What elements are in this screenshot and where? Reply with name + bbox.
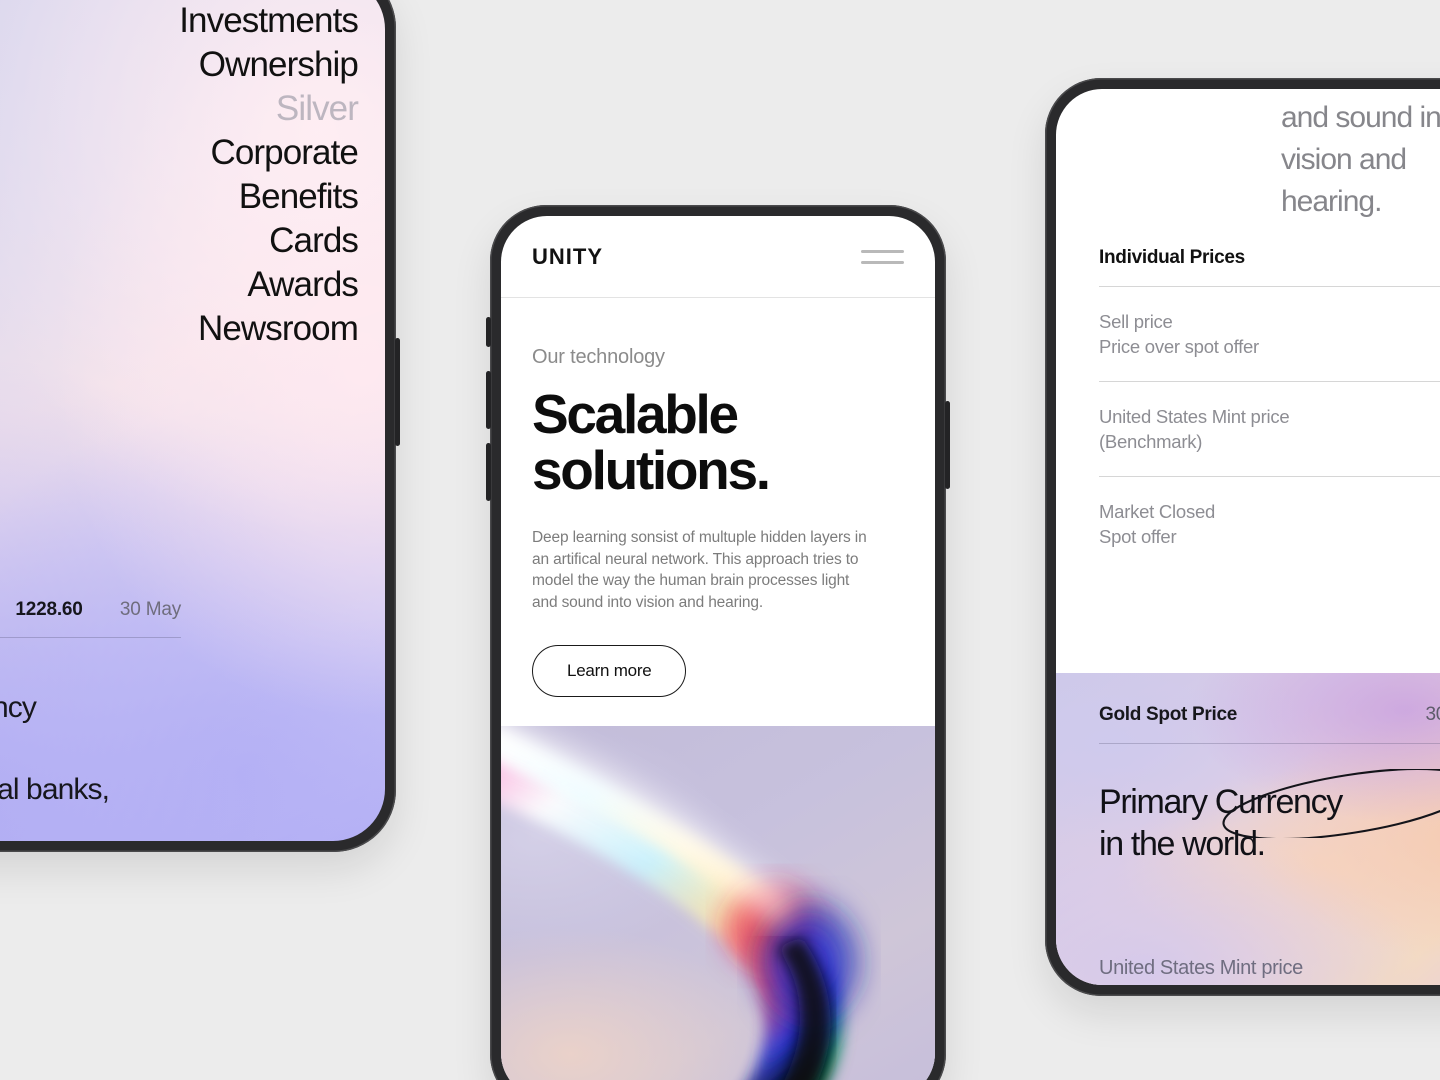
headline-prefix: Primary — [1099, 783, 1215, 821]
phone-mockup-right: and sound into vision and hearing. Indiv… — [1045, 78, 1440, 996]
sidebar-item-investments[interactable]: Investments — [179, 0, 359, 43]
sidebar-item-corporate[interactable]: Corporate — [179, 131, 358, 175]
table-row[interactable]: United States Mint price (Benchmark) +3.… — [1099, 382, 1440, 477]
gold-spot-label: Gold Spot Price — [1099, 704, 1238, 725]
row-label: Sell price Price over spot offer — [1099, 309, 1259, 359]
gold-spot-price-row: Gold Spot Price 30 May — [1099, 704, 1440, 744]
hamburger-line — [861, 249, 904, 253]
silver-spot-price-row: Silver Spot Price 1228.60 30 May — [0, 599, 181, 638]
table-header-row: Individual Prices Value — [1099, 247, 1440, 287]
footnote-line-1: United States Mint price — [1099, 957, 1303, 979]
site-header: UNITY — [501, 216, 935, 298]
spot-price-value: 1228.60 — [15, 599, 83, 620]
row-label-line-2: Spot offer — [1099, 526, 1177, 547]
hero-heading: Scalable solutions. — [532, 386, 904, 498]
left-body-line-2: in the world. — [0, 728, 109, 769]
left-body-line-1: Primary Currency — [0, 691, 37, 724]
individual-prices-table: Individual Prices Value Sell price Price… — [1099, 247, 1440, 571]
sidebar-item-awards[interactable]: Awards — [179, 263, 359, 307]
hero-heading-line-1: Scalable — [532, 383, 739, 445]
prism-ribbon-svg — [501, 726, 869, 1080]
sidebar-item-newsroom[interactable]: Newsroom — [179, 307, 359, 351]
volume-down-button[interactable] — [486, 443, 491, 501]
volume-up-button[interactable] — [486, 371, 491, 429]
gold-panel-headline: Primary Currency in the world. — [1099, 769, 1440, 865]
power-button[interactable] — [945, 401, 950, 489]
table-row[interactable]: Market Closed Spot offer +0.85 — [1099, 477, 1440, 571]
row-label-line-2: Price over spot offer — [1099, 336, 1259, 357]
sidebar-item-cards[interactable]: Cards — [179, 219, 359, 263]
phone-center-screen: UNITY Our technology Scalable solutions.… — [501, 216, 935, 1080]
sidebar-item-silver[interactable]: Silver — [179, 87, 359, 131]
gold-spot-date: 30 May — [1425, 704, 1440, 725]
hamburger-line — [861, 260, 904, 264]
phone-left-screen: urrency Investments Ownership Silver Cor… — [0, 0, 385, 841]
iridescent-gradient-artwork — [501, 726, 935, 1080]
hero-paragraph: Deep learning sonsist of multuple hidden… — [532, 529, 867, 611]
left-body-copy: Primary Currency in the world. Between c… — [0, 687, 110, 810]
right-paragraph-tail-line-1: and sound into — [1281, 101, 1440, 134]
right-paragraph-tail-line-3: hearing. — [1281, 185, 1382, 218]
mockup-scene: urrency Investments Ownership Silver Cor… — [0, 0, 1440, 1080]
power-button[interactable] — [395, 338, 400, 446]
headline-line-2: in the world. — [1099, 825, 1266, 863]
hero-section: Our technology Scalable solutions. Deep … — [501, 298, 935, 697]
brand-logo[interactable]: UNITY — [532, 244, 603, 270]
silent-switch[interactable] — [486, 317, 491, 347]
footnote-line-2: (Benchmark) — [1099, 982, 1440, 985]
column-header-prices: Individual Prices — [1099, 247, 1245, 268]
right-paragraph-tail: and sound into vision and hearing. — [1281, 97, 1440, 223]
left-body-line-3: Between central banks, — [0, 773, 110, 806]
gold-panel-content: Gold Spot Price 30 May Primary Currency … — [1099, 704, 1440, 985]
gold-gradient-panel: Gold Spot Price 30 May Primary Currency … — [1056, 673, 1440, 985]
table-row[interactable]: Sell price Price over spot offer +4.50 — [1099, 287, 1440, 382]
right-paragraph-tail-line-2: vision and — [1281, 143, 1407, 176]
hamburger-icon[interactable] — [861, 249, 904, 264]
row-label: United States Mint price (Benchmark) — [1099, 404, 1290, 454]
learn-more-button[interactable]: Learn more — [532, 645, 687, 697]
row-label-line-2: (Benchmark) — [1099, 431, 1203, 452]
sidebar-item-ownership[interactable]: Ownership — [179, 43, 359, 87]
gold-panel-footnote: United States Mint price (Benchmark) — [1099, 955, 1440, 985]
hero-eyebrow: Our technology — [532, 346, 665, 368]
row-label-line-1: Sell price — [1099, 311, 1173, 332]
phone-right-screen: and sound into vision and hearing. Indiv… — [1056, 89, 1440, 985]
row-label-line-1: United States Mint price — [1099, 406, 1290, 427]
row-label: Market Closed Spot offer — [1099, 499, 1215, 549]
spot-price-date: 30 May — [119, 599, 181, 620]
headline-circled-word: Currency — [1214, 783, 1343, 821]
phone-mockup-center: UNITY Our technology Scalable solutions.… — [486, 205, 950, 1080]
phone-mockup-left: urrency Investments Ownership Silver Cor… — [0, 0, 400, 852]
hero-heading-line-2: solutions. — [532, 439, 771, 501]
left-nav-menu: Investments Ownership Silver Corporate B… — [179, 0, 359, 351]
row-label-line-1: Market Closed — [1099, 501, 1216, 522]
sidebar-item-benefits[interactable]: Benefits — [179, 175, 359, 219]
